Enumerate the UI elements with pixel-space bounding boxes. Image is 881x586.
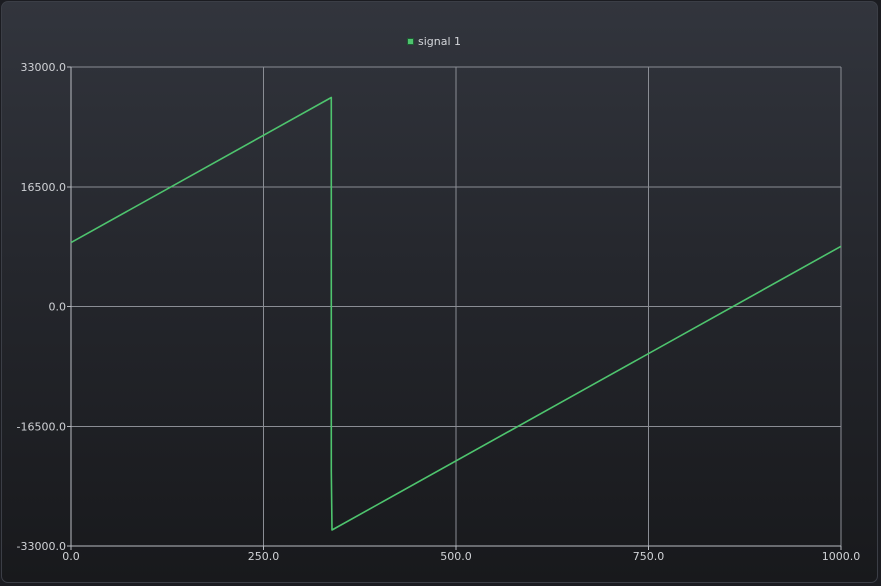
x-tick-label-4: 1000.0 [822, 550, 861, 563]
y-tick-label-1: 16500.0 [21, 181, 67, 194]
x-tick-label-3: 750.0 [633, 550, 665, 563]
x-tick-label-2: 500.0 [440, 550, 472, 563]
axes [67, 66, 842, 550]
y-tick-label-3: -16500.0 [17, 420, 66, 433]
x-tick-label-1: 250.0 [248, 550, 280, 563]
grid-lines [70, 66, 842, 547]
plot-area: 0.0 250.0 500.0 750.0 1000.033000.016500.00.… [17, 61, 861, 563]
y-tick-label-0: 33000.0 [21, 61, 67, 74]
tick-labels: 0.0 250.0 500.0 750.0 1000.033000.016500.00.… [17, 61, 861, 563]
y-tick-label-4: -33000.0 [17, 540, 66, 553]
y-tick-label-2: 0.0 [49, 301, 67, 314]
